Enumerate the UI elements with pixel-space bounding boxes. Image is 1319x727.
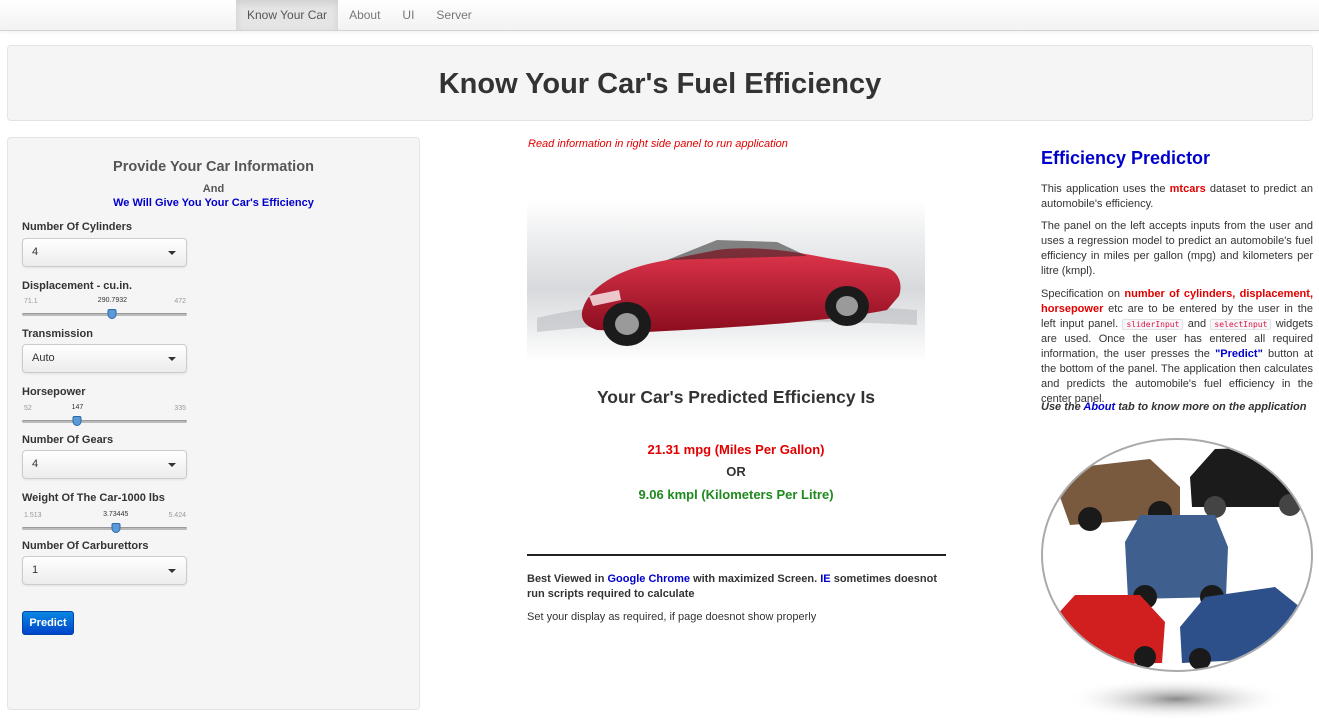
intro-text: This application uses the — [1041, 183, 1170, 195]
right-panel-title: Efficiency Predictor — [1041, 148, 1211, 168]
cylinders-select[interactable]: 4 — [22, 238, 187, 267]
car-image — [527, 200, 925, 362]
sidebar-heading: Provide Your Car Information — [113, 159, 314, 175]
prediction-heading: Your Car's Predicted Efficiency Is — [596, 387, 876, 407]
slider-max: 5.424 — [168, 512, 186, 519]
slider-handle[interactable] — [107, 309, 117, 319]
slider-track[interactable] — [22, 420, 187, 423]
slider-track[interactable] — [22, 313, 187, 316]
about-note-text: tab to know more on the application — [1115, 401, 1307, 413]
slider-value: 290.7932 — [97, 297, 128, 304]
slider-handle[interactable] — [111, 523, 121, 533]
chrome-text: Google Chrome — [607, 573, 691, 585]
chevron-down-icon — [168, 463, 176, 467]
nav-tabs: Know Your Car About UI Server — [236, 0, 483, 30]
code-sliderinput: sliderInput — [1122, 319, 1184, 330]
chevron-down-icon — [168, 357, 176, 361]
predict-button[interactable]: Predict — [22, 611, 74, 635]
displacement-slider[interactable]: 71.1 290.7932 472 — [22, 297, 187, 326]
gears-label: Number Of Gears — [22, 434, 114, 446]
tab-about[interactable]: About — [338, 0, 391, 30]
slider-value: 3.73445 — [103, 511, 129, 518]
best-viewed-text: Best Viewed in — [527, 573, 608, 585]
mtcars-text: mtcars — [1169, 183, 1206, 195]
ie-text: IE — [820, 573, 831, 585]
carburettors-value: 1 — [32, 564, 39, 576]
chevron-down-icon — [168, 569, 176, 573]
about-note: Use the About tab to know more on the ap… — [1041, 401, 1306, 413]
or-text: OR — [726, 464, 746, 479]
collage-shadow — [1064, 678, 1288, 720]
info-notice: Read information in right side panel to … — [528, 138, 788, 150]
panel-paragraph: The panel on the left accepts inputs fro… — [1041, 220, 1313, 277]
cylinders-value: 4 — [32, 246, 39, 258]
display-note: Set your display as required, if page do… — [527, 611, 817, 623]
gears-value: 4 — [32, 458, 39, 470]
weight-label: Weight Of The Car-1000 lbs — [22, 492, 165, 504]
kmpl-result: 9.06 kmpl (Kilometers Per Litre) — [638, 487, 834, 502]
gears-select[interactable]: 4 — [22, 450, 187, 479]
carburettors-label: Number Of Carburettors — [22, 540, 149, 552]
spec-paragraph: Specification on number of cylinders, di… — [1041, 287, 1313, 407]
slider-min: 71.1 — [24, 298, 38, 305]
slider-max: 335 — [174, 405, 186, 412]
sidebar-and: And — [202, 183, 225, 195]
divider — [527, 554, 946, 556]
best-viewed-note: Best Viewed in Google Chrome with maximi… — [527, 572, 947, 602]
mpg-result: 21.31 mpg (Miles Per Gallon) — [647, 442, 825, 457]
horsepower-slider[interactable]: 52 147 335 — [22, 404, 187, 433]
transmission-label: Transmission — [22, 328, 93, 340]
chevron-down-icon — [168, 251, 176, 255]
cylinders-label: Number Of Cylinders — [22, 221, 133, 233]
about-link[interactable]: About — [1083, 401, 1115, 413]
input-sidebar: Provide Your Car Information And We Will… — [7, 137, 420, 710]
transmission-value: Auto — [32, 352, 55, 364]
carburettors-select[interactable]: 1 — [22, 556, 187, 585]
page-title: Know Your Car's Fuel Efficiency — [438, 68, 882, 100]
intro-paragraph: This application uses the mtcars dataset… — [1041, 182, 1313, 212]
spec-text: and — [1183, 318, 1211, 330]
weight-slider[interactable]: 1.513 3.73445 5.424 — [22, 511, 187, 540]
displacement-label: Displacement - cu.in. — [22, 280, 133, 292]
code-selectinput: selectInput — [1210, 319, 1272, 330]
best-viewed-text: with maximized Screen. — [690, 573, 821, 585]
navbar: Know Your Car About UI Server — [0, 0, 1319, 31]
cars-collage-image — [1041, 438, 1313, 672]
slider-value: 147 — [71, 404, 84, 411]
predict-highlight: "Predict" — [1215, 348, 1263, 360]
about-note-text: Use the — [1041, 401, 1084, 413]
title-panel: Know Your Car's Fuel Efficiency — [7, 45, 1313, 121]
slider-min: 52 — [24, 405, 32, 412]
sidebar-subheading: We Will Give You Your Car's Efficiency — [113, 197, 314, 209]
spec-text: Specification on — [1041, 288, 1125, 300]
tab-ui[interactable]: UI — [391, 0, 425, 30]
slider-min: 1.513 — [24, 512, 42, 519]
slider-max: 472 — [174, 298, 186, 305]
slider-handle[interactable] — [72, 416, 82, 426]
horsepower-label: Horsepower — [22, 386, 86, 398]
tab-server[interactable]: Server — [425, 0, 482, 30]
slider-track[interactable] — [22, 527, 187, 530]
transmission-select[interactable]: Auto — [22, 344, 187, 373]
tab-know-your-car[interactable]: Know Your Car — [236, 0, 339, 30]
